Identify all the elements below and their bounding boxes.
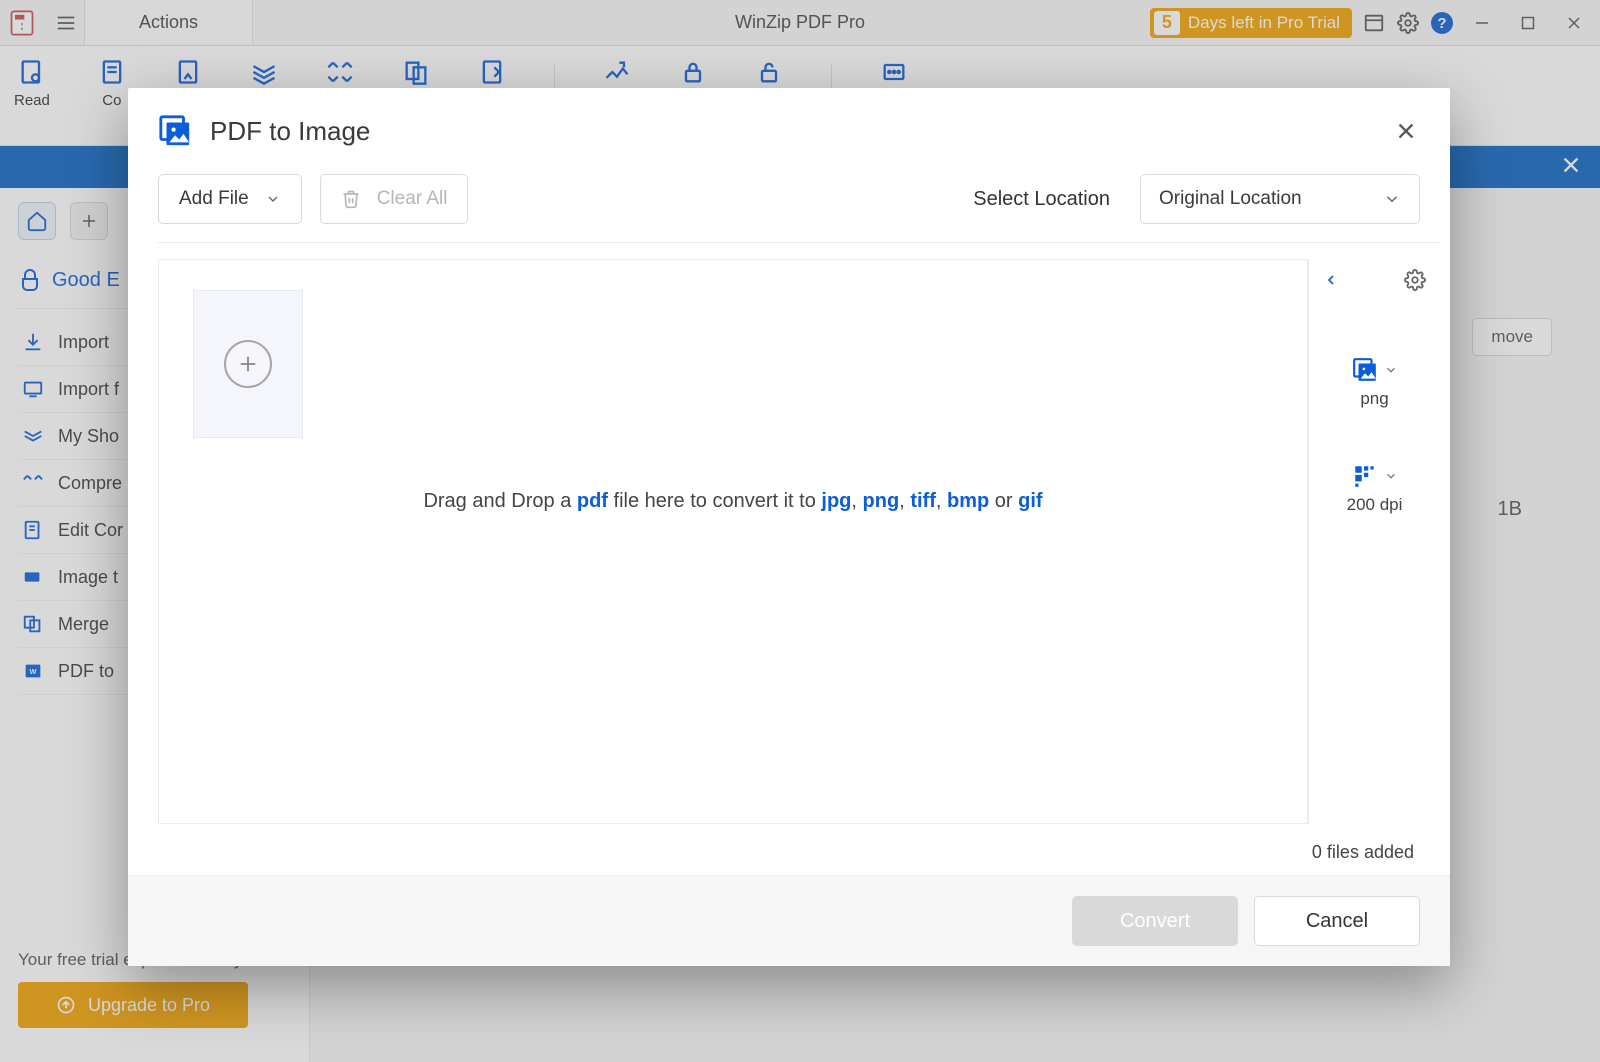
add-file-label: Add File [179, 188, 249, 210]
add-file-button[interactable]: Add File [158, 174, 302, 224]
clear-all-label: Clear All [377, 188, 448, 210]
format-label: png [1360, 389, 1388, 409]
dialog-title: PDF to Image [210, 116, 370, 147]
cancel-button[interactable]: Cancel [1254, 896, 1420, 946]
location-dropdown[interactable]: Original Location [1140, 174, 1420, 224]
pdf-to-image-dialog: PDF to Image Add File Clear All Select L… [128, 88, 1450, 966]
panel-settings-icon[interactable] [1404, 269, 1426, 291]
dpi-label: 200 dpi [1347, 495, 1403, 515]
select-location-label: Select Location [973, 188, 1110, 211]
chevron-down-icon [1384, 469, 1398, 483]
chevron-down-icon [1383, 190, 1401, 208]
clear-all-button[interactable]: Clear All [320, 174, 469, 224]
settings-panel: png 200 dpi [1308, 259, 1440, 824]
convert-button[interactable]: Convert [1072, 896, 1238, 946]
trash-icon [341, 189, 361, 209]
location-value: Original Location [1159, 188, 1302, 210]
chevron-down-icon [1384, 363, 1398, 377]
plus-icon [224, 340, 272, 388]
pdf-to-image-icon [158, 114, 192, 148]
resolution-icon [1352, 463, 1378, 489]
convert-label: Convert [1120, 910, 1190, 933]
drop-hint: Drag and Drop a pdf file here to convert… [159, 490, 1307, 513]
image-icon [1352, 357, 1378, 383]
drop-area[interactable]: Drag and Drop a pdf file here to convert… [158, 259, 1308, 824]
format-option[interactable]: png [1352, 357, 1398, 409]
chevron-down-icon [265, 191, 281, 207]
add-file-tile[interactable] [193, 290, 303, 438]
files-added-status: 0 files added [128, 824, 1450, 875]
dpi-option[interactable]: 200 dpi [1347, 463, 1403, 515]
cancel-label: Cancel [1306, 910, 1368, 933]
dialog-close-icon[interactable] [1392, 117, 1420, 145]
collapse-panel-icon[interactable] [1323, 272, 1339, 288]
